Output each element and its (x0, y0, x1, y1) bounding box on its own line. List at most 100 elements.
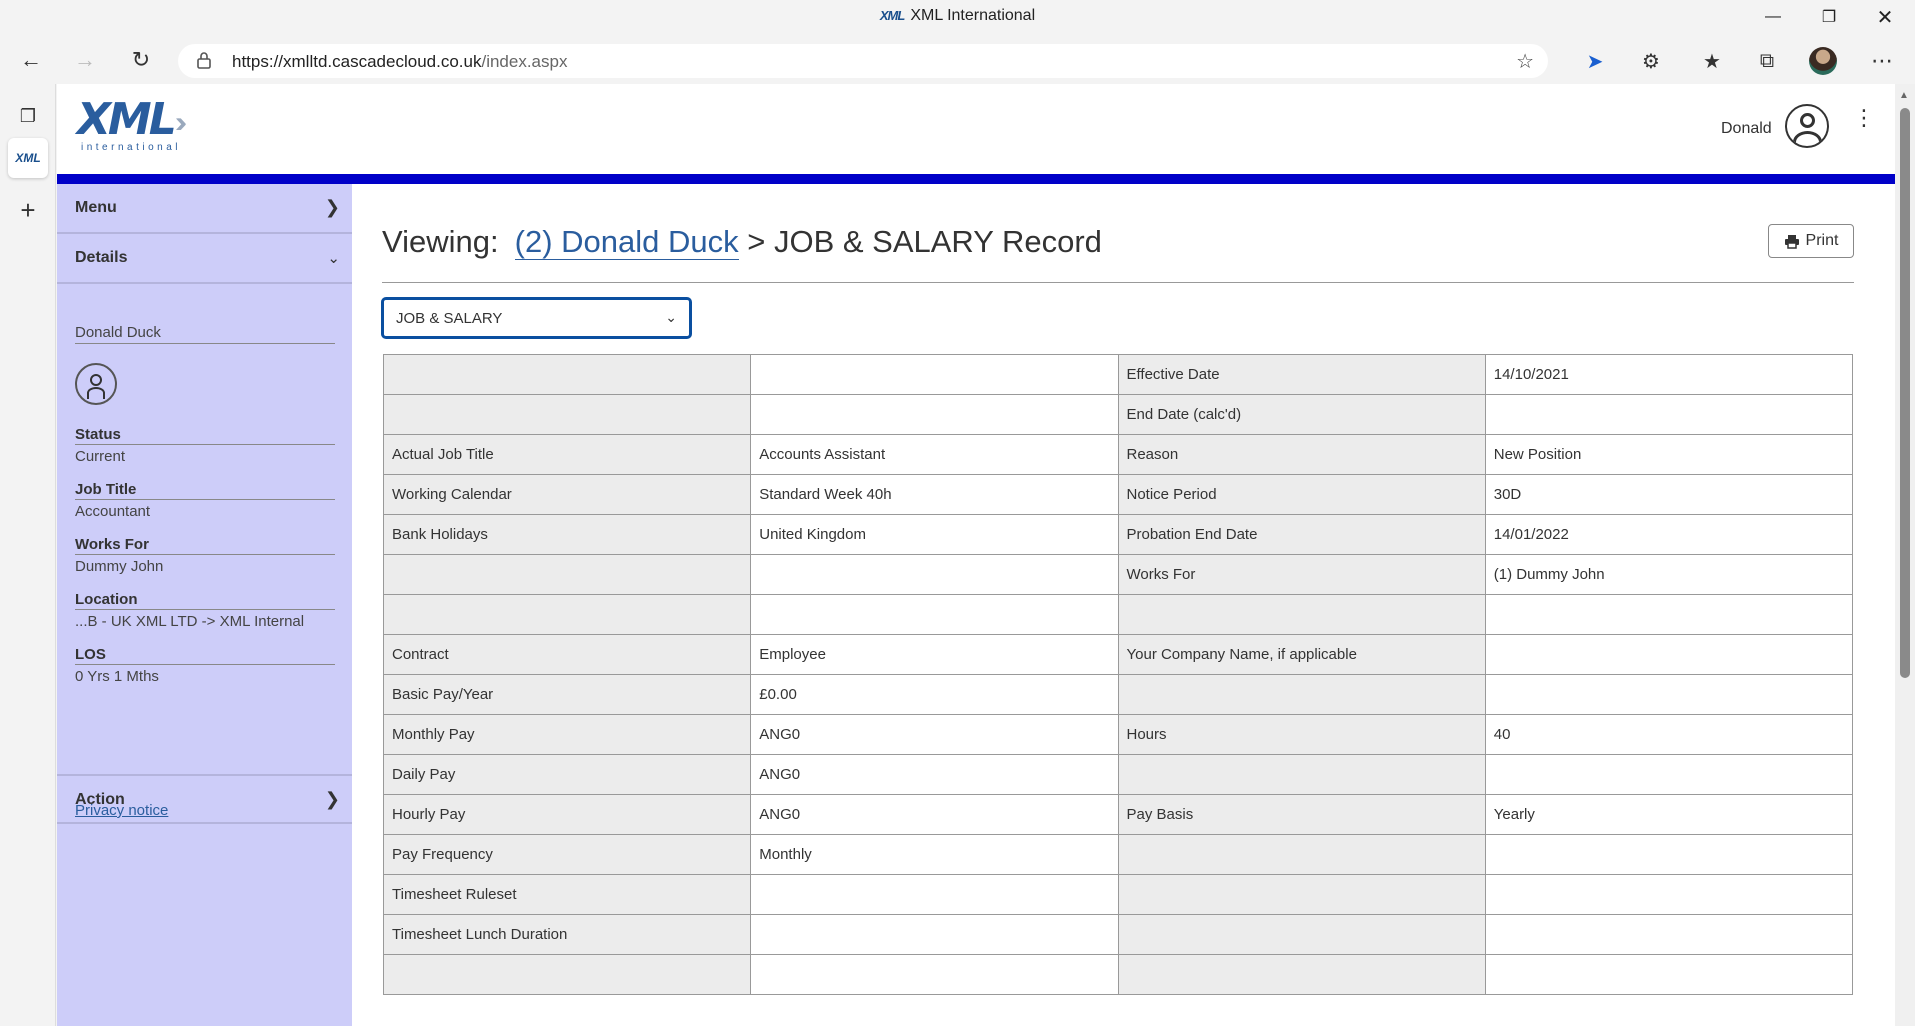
scroll-up-icon[interactable]: ▲ (1899, 90, 1909, 101)
table-row: Pay Frequency Monthly (382, 834, 1854, 875)
field-label-cell: Timesheet Lunch Duration (382, 914, 752, 955)
field-label-cell: Pay Frequency (382, 834, 752, 875)
field-value-cell: Accounts Assistant (750, 434, 1119, 475)
field-works-for: Works For Dummy John (75, 536, 335, 575)
field-label-cell (1117, 874, 1486, 915)
field-location-value: ...B - UK XML LTD -> XML Internal (75, 613, 305, 630)
address-bar[interactable]: https://xmlltd.cascadecloud.co.uk/index.… (178, 44, 1548, 78)
details-label: Details (75, 249, 128, 266)
header-divider (57, 174, 1895, 184)
url-path: /index.aspx (481, 52, 568, 71)
field-los: LOS 0 Yrs 1 Mths (75, 646, 335, 685)
close-window-button[interactable]: ✕ (1857, 0, 1913, 34)
print-label: Print (1805, 232, 1839, 249)
back-icon[interactable]: ← (14, 43, 48, 77)
collections-icon[interactable]: ⧉ (1752, 46, 1782, 76)
restore-button[interactable]: ❐ (1801, 0, 1857, 34)
kebab-menu-icon[interactable]: ⋮ (1853, 107, 1875, 129)
chevron-down-icon: ⌄ (665, 309, 677, 325)
field-value-cell (750, 554, 1119, 595)
field-job-title-label: Job Title (75, 481, 335, 500)
field-value-cell: (1) Dummy John (1484, 554, 1854, 595)
field-value-cell (750, 594, 1119, 635)
minimize-button[interactable]: — (1745, 0, 1801, 34)
logo-chevrons: ›› (175, 106, 187, 139)
app-header: XML ›› international Donald ⋮ (57, 84, 1895, 174)
more-icon[interactable]: ⋯ (1867, 46, 1897, 76)
field-value-cell (750, 354, 1119, 395)
browser-toolbar: ← → ↻ https://xmlltd.cascadecloud.co.uk/… (0, 34, 1915, 84)
user-name: Donald (1721, 120, 1772, 137)
copilot-icon[interactable]: ➤ (1580, 46, 1610, 76)
print-button[interactable]: Print (1768, 224, 1854, 258)
field-label-cell: Your Company Name, if applicable (1117, 634, 1486, 675)
add-favorite-icon[interactable]: ☆ (1516, 49, 1534, 74)
field-value-cell: 14/01/2022 (1484, 514, 1854, 555)
field-label-cell: End Date (calc'd) (1117, 394, 1486, 435)
field-value-cell: ANG0 (750, 794, 1119, 835)
record-type-select[interactable]: JOB & SALARY ⌄ (382, 298, 691, 338)
field-value-cell (1484, 914, 1854, 955)
new-tab-icon[interactable]: + (8, 190, 48, 230)
field-value-cell: ANG0 (750, 754, 1119, 795)
xml-logo[interactable]: XML ›› international (77, 98, 197, 154)
field-value-cell: Yearly (1484, 794, 1854, 835)
user-avatar-icon[interactable] (1785, 104, 1829, 148)
field-label-cell: Actual Job Title (382, 434, 752, 475)
field-value-cell: ANG0 (750, 714, 1119, 755)
table-row: Working Calendar Standard Week 40h Notice … (382, 474, 1854, 515)
field-label-cell (382, 954, 752, 995)
chevron-down-icon: ⌄ (327, 250, 340, 267)
field-value-cell: Monthly (750, 834, 1119, 875)
person-name: Donald Duck (75, 324, 335, 344)
table-row: Contract Employee Your Company Name, if ap… (382, 634, 1854, 675)
table-row: Monthly Pay ANG0 Hours 40 (382, 714, 1854, 755)
field-location: Location ...B - UK XML LTD -> XML Intern… (75, 591, 335, 630)
sidebar-menu-toggle[interactable]: Menu ❯ (57, 184, 352, 234)
tab-actions-icon[interactable]: ❐ (8, 96, 48, 136)
window-title-text: XML International (910, 7, 1036, 24)
field-label-cell: Basic Pay/Year (382, 674, 752, 715)
chevron-right-icon: ❯ (324, 197, 340, 217)
record-type-value: JOB & SALARY (396, 310, 503, 327)
forward-icon[interactable]: → (68, 43, 102, 77)
field-value-cell (1484, 754, 1854, 795)
privacy-notice-link[interactable]: Privacy notice (75, 802, 168, 819)
job-salary-table: Effective Date 14/10/2021 End Date (calc'd… (382, 354, 1854, 995)
field-value-cell: Standard Week 40h (750, 474, 1119, 515)
favorites-icon[interactable]: ★ (1697, 46, 1727, 76)
table-row: Basic Pay/Year £0.00 (382, 674, 1854, 715)
field-label-cell: Contract (382, 634, 752, 675)
field-value-cell (750, 874, 1119, 915)
field-value-cell (1484, 874, 1854, 915)
extensions-icon[interactable]: ⚙ (1636, 46, 1666, 76)
refresh-icon[interactable]: ↻ (124, 43, 158, 77)
field-value-cell: 30D (1484, 474, 1854, 515)
field-value-cell (750, 954, 1119, 995)
page-viewport: XML ›› international Donald ⋮ Menu ❯ Det… (57, 84, 1895, 1026)
url-text: https://xmlltd.cascadecloud.co.uk/index.… (232, 52, 567, 72)
field-los-label: LOS (75, 646, 335, 665)
table-row: Timesheet Lunch Duration (382, 914, 1854, 955)
field-label-cell (1117, 594, 1486, 635)
page-scrollbar[interactable]: ▲ (1895, 84, 1915, 1026)
field-value-cell (1484, 634, 1854, 675)
field-status: Status Current (75, 426, 335, 465)
lock-icon (197, 52, 211, 69)
vertical-tab-strip: ❐ XML + (0, 84, 56, 1026)
table-row: Actual Job Title Accounts Assistant Reason… (382, 434, 1854, 475)
profile-icon[interactable] (1808, 46, 1838, 76)
table-row (382, 594, 1854, 635)
field-location-label: Location (75, 591, 335, 610)
field-value-cell (1484, 674, 1854, 715)
viewing-person-link[interactable]: (2) Donald Duck (514, 224, 739, 260)
sidebar: Menu ❯ Details ⌄ Donald Duck Status Curr… (57, 184, 352, 1026)
field-label-cell: Daily Pay (382, 754, 752, 795)
table-row: Bank Holidays United Kingdom Probation End… (382, 514, 1854, 555)
field-value-cell: United Kingdom (750, 514, 1119, 555)
scrollbar-thumb[interactable] (1900, 108, 1910, 678)
sidebar-details-toggle[interactable]: Details ⌄ (57, 234, 352, 284)
viewing-suffix: > JOB & SALARY Record (747, 224, 1102, 259)
tab-xml-international[interactable]: XML (8, 138, 48, 178)
field-value-cell: 14/10/2021 (1484, 354, 1854, 395)
